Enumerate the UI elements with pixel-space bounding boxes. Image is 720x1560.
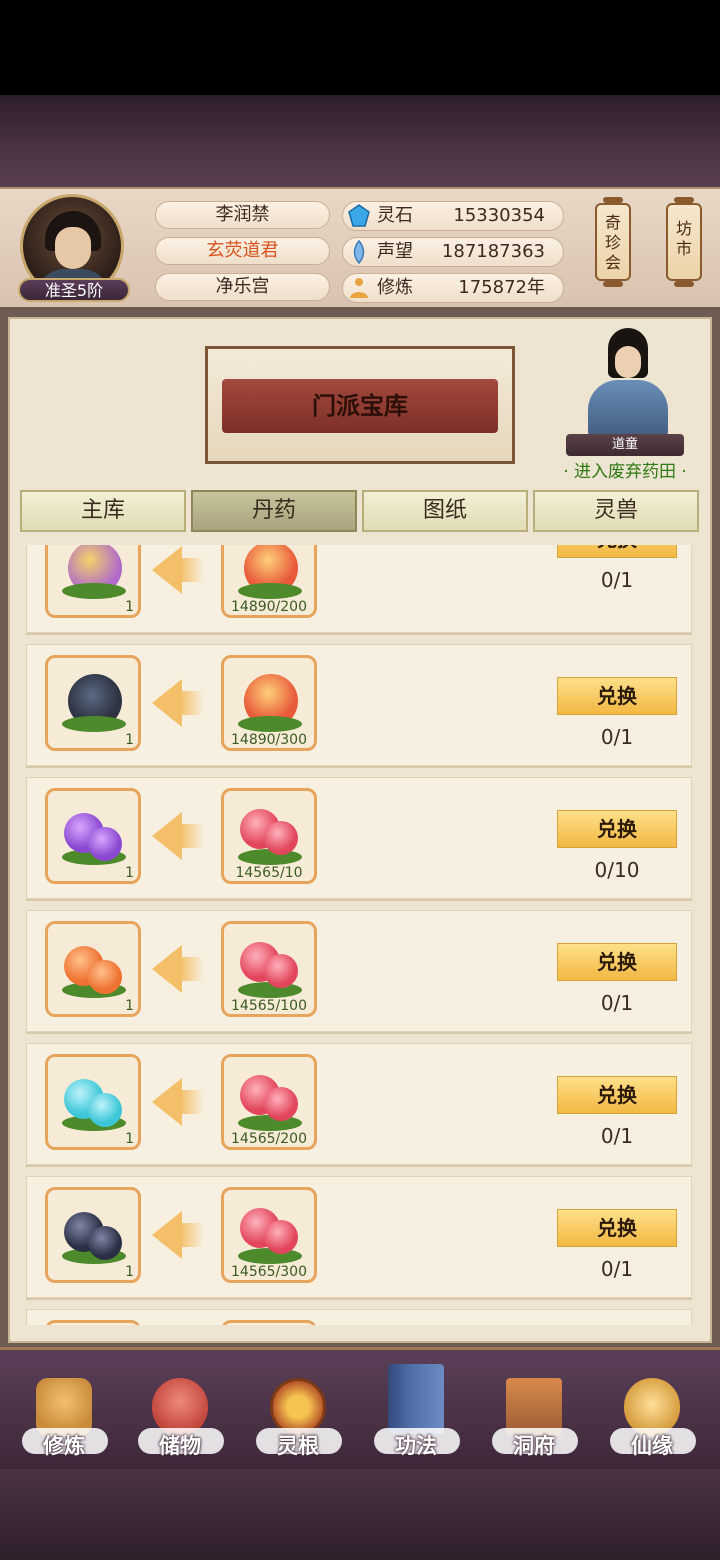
exchange-limit: 0/10 bbox=[594, 858, 640, 882]
page-title: 门派宝库 bbox=[312, 392, 408, 420]
top-decor bbox=[0, 95, 720, 187]
spirit-stone-icon bbox=[348, 204, 370, 227]
enter-abandoned-field-link[interactable]: · 进入废弃药田 · bbox=[550, 460, 700, 484]
exchange-button[interactable]: 兑换 bbox=[557, 1076, 677, 1114]
orange-berry-icon[interactable]: 1 bbox=[45, 921, 141, 1017]
list-item: 1 14890/200 兑换 0/1 bbox=[26, 545, 692, 633]
cyan-berry-icon[interactable]: 1 bbox=[45, 1054, 141, 1150]
exchange-arrow-icon bbox=[152, 546, 182, 594]
exchange-button[interactable]: 兑换 bbox=[557, 677, 677, 715]
purple-berry-icon[interactable]: 1 bbox=[45, 788, 141, 884]
reputation-icon bbox=[353, 240, 365, 264]
red-berry-icon[interactable]: 14565/300 bbox=[221, 1187, 317, 1283]
red-berry-icon[interactable]: 14565/200 bbox=[221, 1054, 317, 1150]
exchange-limit: 0/1 bbox=[600, 725, 634, 749]
black-peach-icon[interactable]: 1 bbox=[45, 655, 141, 751]
status-bar-area bbox=[0, 0, 720, 95]
red-peach-icon[interactable]: 14890/200 bbox=[221, 545, 317, 618]
tab-spirit-beasts[interactable]: 灵兽 bbox=[533, 490, 699, 532]
exchange-limit: 0/1 bbox=[600, 991, 634, 1015]
list-item: 1 14890/300 兑换 0/1 bbox=[26, 644, 692, 766]
item-slot[interactable] bbox=[45, 1320, 141, 1325]
resource-cultivation: 修炼 175872年 bbox=[342, 273, 564, 303]
list-item: 1 14565/200 兑换 0/1 bbox=[26, 1043, 692, 1165]
tab-main-vault[interactable]: 主库 bbox=[20, 490, 186, 532]
exchange-button[interactable]: 兑换 bbox=[557, 1209, 677, 1247]
tab-blueprints[interactable]: 图纸 bbox=[362, 490, 528, 532]
bottom-nav: 修炼 储物 灵根 功法 洞府 仙缘 bbox=[0, 1347, 720, 1472]
npc-portrait[interactable] bbox=[582, 326, 672, 436]
exchange-list[interactable]: 1 14890/200 兑换 0/1 1 14890/300 兑换 0/1 1 bbox=[26, 545, 694, 1325]
treasure-fair-button[interactable]: 奇 珍 会 bbox=[595, 197, 631, 287]
exchange-arrow-icon bbox=[152, 812, 182, 860]
player-rank-badge: 准圣5阶 bbox=[18, 278, 130, 302]
player-sect: 净乐宫 bbox=[155, 273, 330, 301]
nav-storage[interactable]: 储物 bbox=[130, 1350, 230, 1472]
exchange-limit: 0/1 bbox=[600, 568, 634, 592]
tab-pills[interactable]: 丹药 bbox=[191, 490, 357, 532]
dark-berry-icon[interactable]: 1 bbox=[45, 1187, 141, 1283]
purple-peach-icon[interactable]: 1 bbox=[45, 545, 141, 618]
list-item: 1 14565/10 兑换 0/10 bbox=[26, 777, 692, 899]
nav-cultivate[interactable]: 修炼 bbox=[14, 1350, 114, 1472]
market-button[interactable]: 坊 市 bbox=[666, 197, 702, 287]
exchange-button[interactable]: 兑换 bbox=[557, 943, 677, 981]
list-item bbox=[26, 1309, 692, 1325]
resource-reputation: 声望 187187363 bbox=[342, 237, 564, 267]
red-berry-icon[interactable]: 14565/10 bbox=[221, 788, 317, 884]
exchange-arrow-icon bbox=[152, 1211, 182, 1259]
nav-technique[interactable]: 功法 bbox=[366, 1350, 466, 1472]
exchange-button[interactable]: 兑换 bbox=[557, 545, 677, 558]
exchange-arrow-icon bbox=[152, 945, 182, 993]
exchange-arrow-icon bbox=[152, 679, 182, 727]
treasury-banner: 门派宝库 bbox=[205, 346, 515, 464]
technique-book-icon bbox=[388, 1364, 444, 1434]
nav-cave-dwelling[interactable]: 洞府 bbox=[484, 1350, 584, 1472]
resource-spirit-stone: 灵石 15330354 bbox=[342, 201, 564, 231]
item-slot[interactable] bbox=[221, 1320, 317, 1325]
red-berry-icon[interactable]: 14565/100 bbox=[221, 921, 317, 1017]
list-item: 1 14565/300 兑换 0/1 bbox=[26, 1176, 692, 1298]
list-item: 1 14565/100 兑换 0/1 bbox=[26, 910, 692, 1032]
player-title: 玄荧道君 bbox=[155, 237, 330, 265]
exchange-button[interactable]: 兑换 bbox=[557, 810, 677, 848]
exchange-arrow-icon bbox=[152, 1078, 182, 1126]
player-name: 李润禁 bbox=[155, 201, 330, 229]
cultivation-icon bbox=[350, 278, 368, 298]
bottom-decor bbox=[0, 1469, 720, 1560]
exchange-limit: 0/1 bbox=[600, 1124, 634, 1148]
exchange-limit: 0/1 bbox=[600, 1257, 634, 1281]
nav-spirit-root[interactable]: 灵根 bbox=[248, 1350, 348, 1472]
red-peach-icon[interactable]: 14890/300 bbox=[221, 655, 317, 751]
npc-name: 道童 bbox=[566, 434, 684, 456]
nav-immortal-fate[interactable]: 仙缘 bbox=[602, 1350, 702, 1472]
